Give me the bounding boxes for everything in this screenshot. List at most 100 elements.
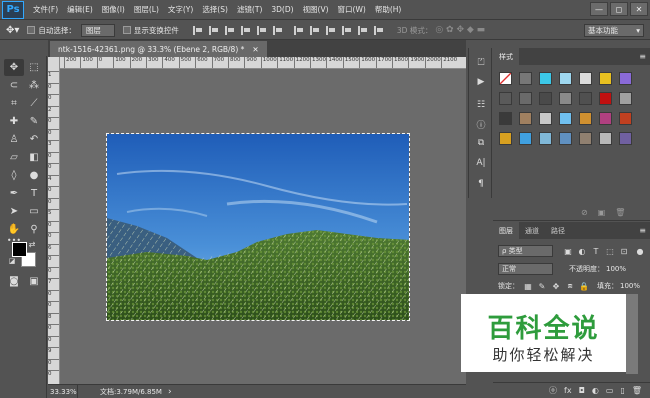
style-swatch[interactable] <box>559 92 572 105</box>
style-swatch[interactable] <box>599 92 612 105</box>
distribute-top-icon[interactable] <box>293 25 303 35</box>
style-swatch[interactable] <box>559 132 572 145</box>
style-swatch[interactable] <box>539 132 552 145</box>
image-canvas[interactable] <box>106 133 410 321</box>
properties-panel-icon[interactable]: ☷ <box>474 98 488 112</box>
info-panel-icon[interactable]: ⓘ <box>474 117 488 131</box>
style-swatch[interactable] <box>519 72 532 85</box>
align-bottom-icon[interactable] <box>224 25 234 35</box>
filter-smart-object-icon[interactable]: ⊡ <box>619 246 629 256</box>
menu-select[interactable]: 选择(S) <box>202 4 228 15</box>
lock-artboard-icon[interactable]: ⧈ <box>565 281 575 291</box>
menu-edit[interactable]: 编辑(E) <box>67 4 93 15</box>
layer-filter-dropdown[interactable]: ρ 类型 <box>498 245 553 257</box>
distribute-bottom-icon[interactable] <box>325 25 335 35</box>
adjustment-layer-icon[interactable]: ◐ <box>592 386 599 395</box>
style-swatch[interactable] <box>619 72 632 85</box>
actions-panel-icon[interactable]: ▶ <box>474 75 488 89</box>
crop-tool[interactable]: ⌗ <box>4 95 24 112</box>
magic-wand-tool[interactable]: ⁂ <box>24 77 44 94</box>
healing-brush-tool[interactable]: ✚ <box>4 113 24 130</box>
style-swatch[interactable] <box>559 112 572 125</box>
minimize-button[interactable]: — <box>590 2 608 16</box>
tab-paths[interactable]: 路径 <box>545 222 571 239</box>
filter-type-icon[interactable]: T <box>591 246 601 256</box>
path-selection-tool[interactable]: ➤ <box>4 203 24 220</box>
filter-shape-icon[interactable]: ⬚ <box>605 246 615 256</box>
character-panel-icon[interactable]: A| <box>474 156 488 170</box>
lasso-tool[interactable]: ⊂ <box>4 77 24 94</box>
align-hcenter-icon[interactable] <box>256 25 266 35</box>
restore-button[interactable]: ◻ <box>610 2 628 16</box>
document-size-info[interactable]: 文档:3.79M/6.85M <box>100 387 162 397</box>
eyedropper-tool[interactable]: ⟋ <box>24 95 44 112</box>
close-icon[interactable]: ✕ <box>252 45 258 54</box>
show-transform-checkbox[interactable] <box>122 26 131 34</box>
style-swatch[interactable] <box>519 92 532 105</box>
gradient-tool[interactable]: ◧ <box>24 149 44 166</box>
layers-scrollbar[interactable] <box>626 294 638 374</box>
tab-channels[interactable]: 通道 <box>519 222 545 239</box>
zoom-field[interactable]: 33.33% <box>48 385 78 398</box>
style-swatch[interactable] <box>559 72 572 85</box>
menu-type[interactable]: 文字(Y) <box>168 4 193 15</box>
style-swatch[interactable] <box>499 72 512 85</box>
blur-tool[interactable]: ◊ <box>4 167 24 184</box>
menu-view[interactable]: 视图(V) <box>303 4 329 15</box>
menu-help[interactable]: 帮助(H) <box>375 4 402 15</box>
menu-file[interactable]: 文件(F) <box>33 4 58 15</box>
auto-select-dropdown[interactable]: 图层 <box>80 23 115 37</box>
style-swatch[interactable] <box>539 72 552 85</box>
style-swatch[interactable] <box>579 92 592 105</box>
style-swatch[interactable] <box>599 132 612 145</box>
eraser-tool[interactable]: ▱ <box>4 149 24 166</box>
clone-stamp-tool[interactable]: ♙ <box>4 131 24 148</box>
add-mask-icon[interactable]: ◘ <box>579 386 585 395</box>
style-swatch[interactable] <box>519 132 532 145</box>
canvas-area[interactable] <box>60 69 466 384</box>
history-panel-icon[interactable]: ⏍ <box>474 56 488 70</box>
lock-transparent-icon[interactable]: ▦ <box>523 281 533 291</box>
delete-layer-icon[interactable]: 🗑 <box>632 386 642 395</box>
menu-window[interactable]: 窗口(W) <box>338 4 366 15</box>
distribute-left-icon[interactable] <box>341 25 351 35</box>
screen-mode-icon[interactable]: ▣ <box>24 273 44 290</box>
panel-menu-icon[interactable]: ≡ <box>639 52 646 61</box>
menu-layer[interactable]: 图层(L) <box>134 4 159 15</box>
menu-3d[interactable]: 3D(D) <box>271 5 293 14</box>
auto-select-checkbox[interactable] <box>27 26 36 34</box>
style-swatch[interactable] <box>539 112 552 125</box>
close-button[interactable]: ✕ <box>630 2 648 16</box>
style-swatch[interactable] <box>579 132 592 145</box>
filter-toggle-icon[interactable]: ● <box>635 246 645 256</box>
paragraph-panel-icon[interactable]: ¶ <box>474 177 488 191</box>
style-swatch[interactable] <box>519 112 532 125</box>
move-tool[interactable]: ✥ <box>4 59 24 76</box>
workspace-dropdown[interactable]: 基本功能 ▾ <box>584 24 644 37</box>
align-right-icon[interactable] <box>272 25 282 35</box>
dodge-tool[interactable]: ● <box>24 167 44 184</box>
menu-image[interactable]: 图像(I) <box>102 4 125 15</box>
new-group-icon[interactable]: ▭ <box>606 386 614 395</box>
default-colors-icon[interactable]: ◪ <box>8 257 16 265</box>
layer-style-icon[interactable]: fx <box>564 386 572 395</box>
swap-colors-icon[interactable]: ⇄ <box>27 239 37 249</box>
style-swatch[interactable] <box>579 72 592 85</box>
style-swatch[interactable] <box>579 112 592 125</box>
style-swatch[interactable] <box>499 112 512 125</box>
status-menu-arrow[interactable]: › <box>168 387 172 397</box>
new-layer-icon[interactable]: ▯ <box>620 386 624 395</box>
opacity-value[interactable]: 100% <box>606 265 626 273</box>
new-style-icon[interactable]: ▣ <box>598 208 606 217</box>
align-vcenter-icon[interactable] <box>208 25 218 35</box>
blend-mode-dropdown[interactable]: 正常 <box>498 263 553 275</box>
lock-all-icon[interactable]: 🔒 <box>579 281 589 291</box>
filter-adjustment-icon[interactable]: ◐ <box>577 246 587 256</box>
history-brush-tool[interactable]: ↶ <box>24 131 44 148</box>
fill-value[interactable]: 100% <box>620 282 640 290</box>
distribute-right-icon[interactable] <box>373 25 383 35</box>
style-swatch[interactable] <box>599 112 612 125</box>
menu-filter[interactable]: 滤镜(T) <box>237 4 262 15</box>
lock-position-icon[interactable]: ✥ <box>551 281 561 291</box>
marquee-tool[interactable]: ⬚ <box>24 59 44 76</box>
